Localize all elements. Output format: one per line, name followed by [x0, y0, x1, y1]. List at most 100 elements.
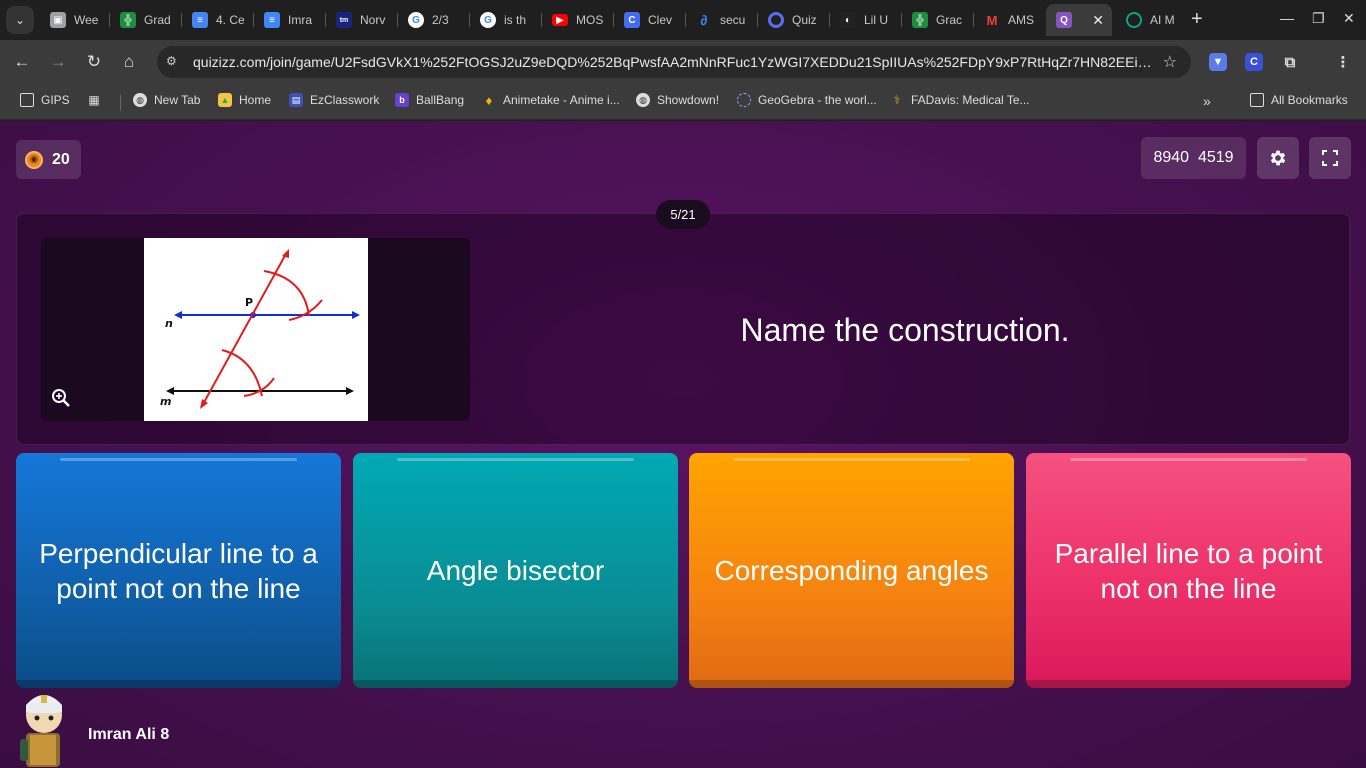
tab[interactable]: ≡ Imra: [254, 4, 326, 36]
folder-icon: [20, 93, 34, 107]
tab-title: Quiz: [792, 13, 817, 27]
answer-option-2[interactable]: Angle bisector: [353, 453, 678, 688]
home-bookmark-icon: ▲: [218, 93, 232, 107]
address-bar[interactable]: ⚙ quizizz.com/join/game/U2FsdGVkX1%252Ft…: [157, 46, 1191, 78]
bookmark-new-tab[interactable]: ◍ New Tab: [133, 93, 200, 107]
tab[interactable]: ╬ Grac: [902, 4, 974, 36]
tab[interactable]: C Clev: [614, 4, 686, 36]
extension-shield-icon[interactable]: ▼: [1209, 53, 1227, 71]
site-info-icon[interactable]: ⚙: [166, 54, 182, 70]
grid-icon: ▦: [88, 93, 100, 107]
transversal-arrow-bottom: [200, 399, 208, 409]
streak-count: 20: [52, 150, 70, 168]
sheets-icon: ╬: [120, 12, 136, 28]
docs-icon: ≡: [264, 12, 280, 28]
bookmarks-bar: GIPS ▦ ◍ New Tab ▲ Home ▤ EzClasswork b …: [0, 85, 1366, 120]
browser-toolbar: ← → ↻ ⌂ ⚙ quizizz.com/join/game/U2FsdGVk…: [0, 40, 1366, 85]
gmail-icon: M: [986, 12, 998, 28]
tab[interactable]: AI M: [1116, 4, 1186, 36]
tab[interactable]: ▣ Wee: [40, 4, 110, 36]
transversal-arrow-top: [282, 249, 289, 258]
docs-icon: ≡: [192, 12, 208, 28]
question-card: P n m Name the construction.: [16, 213, 1350, 445]
line-m-arrow-right: [346, 387, 354, 395]
close-window-icon[interactable]: ✕: [1343, 10, 1355, 27]
reload-icon[interactable]: ↻: [82, 50, 106, 74]
tab-title: 4. Ce: [216, 13, 245, 27]
arc-upper: [263, 270, 310, 317]
tab[interactable]: M AMS: [974, 4, 1046, 36]
back-icon[interactable]: ←: [10, 50, 34, 74]
fullscreen-icon: [1322, 150, 1338, 166]
tab-search-icon[interactable]: ⌄: [6, 6, 34, 34]
construction-diagram: P n m: [160, 249, 360, 409]
option-label: Parallel line to a point not on the line: [1054, 537, 1323, 604]
apps-grid-icon[interactable]: ▦: [87, 93, 101, 107]
tab[interactable]: ╬ Grad: [110, 4, 182, 36]
extensions-puzzle-icon[interactable]: ⧉: [1281, 53, 1299, 71]
music-icon: ◐: [840, 12, 856, 28]
bookmark-fadavis[interactable]: ⚕ FADavis: Medical Te...: [890, 93, 1030, 107]
tab[interactable]: G is th: [470, 4, 542, 36]
bookmark-home[interactable]: ▲ Home: [218, 93, 271, 107]
geogebra-icon: [737, 93, 751, 107]
menu-kebab-icon[interactable]: ⋮: [1334, 53, 1352, 71]
answer-option-4[interactable]: Parallel line to a point not on the line: [1026, 453, 1351, 688]
fullscreen-button[interactable]: [1309, 137, 1351, 179]
tab-title: is th: [504, 13, 527, 27]
bookmark-geogebra[interactable]: GeoGebra - the worl...: [737, 93, 877, 107]
flame-icon: ♦: [485, 92, 493, 108]
tab-title: Clev: [648, 13, 673, 27]
question-counter: 5/21: [656, 200, 710, 229]
tab-title: Wee: [74, 13, 99, 27]
bookmark-gips[interactable]: GIPS: [20, 93, 70, 107]
bookmark-showdown[interactable]: ◍ Showdown!: [636, 93, 719, 107]
globe-icon: ◍: [636, 93, 650, 107]
tab-title: Imra: [288, 13, 312, 27]
google-icon: G: [408, 12, 424, 28]
ballbang-icon: b: [395, 93, 409, 107]
tab-title: MOS: [576, 13, 604, 27]
coin-icon: ◉: [25, 150, 43, 169]
answer-option-3[interactable]: Corresponding angles: [689, 453, 1014, 688]
line-n-arrow-right: [352, 311, 360, 319]
settings-button[interactable]: [1257, 137, 1299, 179]
home-icon[interactable]: ⌂: [117, 50, 141, 74]
close-tab-icon[interactable]: ✕: [1092, 12, 1104, 29]
zoom-in-icon[interactable]: [51, 388, 73, 410]
bookmark-animetake[interactable]: ♦ Animetake - Anime i...: [482, 92, 620, 108]
tab-title: Grad: [144, 13, 171, 27]
extension-c-icon[interactable]: C: [1245, 53, 1263, 71]
ai-icon: [1126, 12, 1142, 28]
more-bookmarks-icon[interactable]: »: [1203, 93, 1211, 109]
tab[interactable]: ≡ 4. Ce: [182, 4, 254, 36]
player-info: Imran Ali 8: [16, 691, 169, 767]
player-name: Imran Ali 8: [88, 726, 170, 743]
tab-title: AMS: [1008, 13, 1035, 27]
tab-active[interactable]: Q ✕: [1046, 4, 1112, 36]
bookmark-star-icon[interactable]: ☆: [1163, 52, 1177, 72]
tab[interactable]: ◐ Lil U: [830, 4, 902, 36]
bookmark-ballbang[interactable]: b BallBang: [395, 93, 464, 107]
url-text[interactable]: quizizz.com/join/game/U2FsdGVkX1%252FtOG…: [193, 54, 1153, 70]
tab[interactable]: G 2/3: [398, 4, 470, 36]
tab-title: Grac: [936, 13, 963, 27]
answer-option-1[interactable]: Perpendicular line to a point not on the…: [16, 453, 341, 688]
bookmark-divider: [120, 95, 121, 111]
restore-icon[interactable]: ❐: [1312, 10, 1325, 27]
minimize-icon[interactable]: —: [1280, 10, 1294, 26]
all-bookmarks[interactable]: All Bookmarks: [1250, 93, 1348, 107]
forward-icon[interactable]: →: [46, 50, 70, 74]
score-left: 8940: [1153, 149, 1190, 166]
bookmark-ezclasswork[interactable]: ▤ EzClasswork: [289, 93, 379, 107]
tab[interactable]: ▶ MOS: [542, 4, 614, 36]
tab[interactable]: Quiz: [758, 4, 830, 36]
tab-title: Lil U: [864, 13, 889, 27]
question-media[interactable]: P n m: [41, 238, 470, 421]
tab[interactable]: tm Norv: [326, 4, 398, 36]
new-tab-icon[interactable]: +: [1191, 9, 1203, 29]
google-icon: G: [480, 12, 496, 28]
tab[interactable]: ∂ secu: [686, 4, 758, 36]
construction-figure[interactable]: P n m: [144, 238, 368, 421]
link-icon: ∂: [700, 12, 708, 28]
